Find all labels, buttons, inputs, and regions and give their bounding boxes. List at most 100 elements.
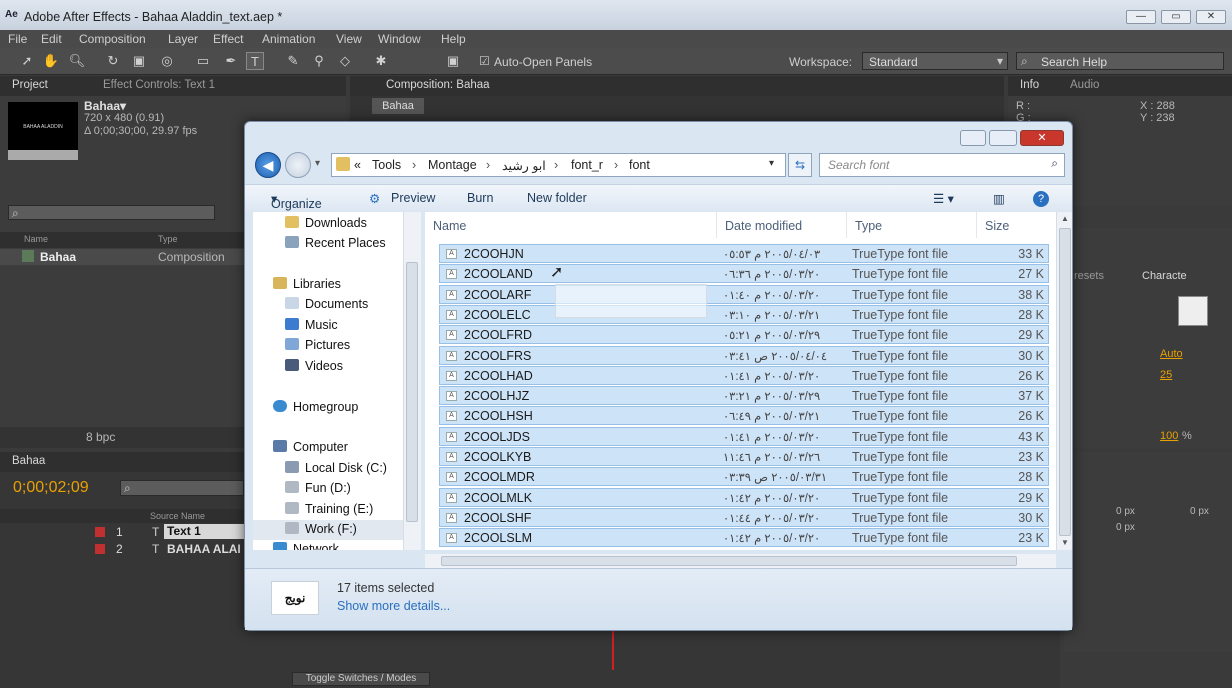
menu-view[interactable]: View [336, 32, 362, 46]
horizontal-scroll-thumb[interactable] [441, 556, 1017, 566]
nav-downloads[interactable]: Downloads [285, 216, 367, 234]
timecode[interactable]: 0;00;02;09 [13, 479, 89, 497]
project-search-input[interactable]: ⌕ [8, 205, 215, 220]
layer-row[interactable]: 2 T BAHAA ALAI [0, 541, 244, 557]
show-more-details-link[interactable]: Show more details... [337, 599, 450, 613]
tab-presets[interactable]: resets [1074, 270, 1104, 282]
dialog-close-button[interactable]: ✕ [1020, 130, 1064, 146]
preview-pane-icon[interactable]: ▥ [993, 191, 1005, 206]
menu-file[interactable]: File [8, 32, 27, 46]
file-row[interactable]: A 2COOLJDS ٢٠٠٥/٠٣/٢٠ م ٠١:٤١ TrueType font… [439, 426, 1049, 446]
col-type[interactable]: Type [158, 234, 178, 244]
tab-info[interactable]: Info [1020, 79, 1039, 91]
comp-chip[interactable]: Bahaa [372, 98, 424, 114]
nav-recent-places[interactable]: Recent Places [285, 236, 386, 254]
menu-edit[interactable]: Edit [41, 32, 62, 46]
nav-work-drive[interactable]: Work (F:) [253, 520, 403, 540]
breadcrumb-font-r[interactable]: font_r [571, 158, 603, 172]
breadcrumb-prefix[interactable]: « [354, 158, 361, 172]
organize-button[interactable]: Organize ▾ [271, 191, 322, 211]
dialog-maximize-button[interactable] [989, 130, 1017, 146]
nav-documents[interactable]: Documents [285, 297, 368, 315]
pan-behind-tool-icon[interactable]: ◎ [158, 52, 176, 70]
col-source-name[interactable]: Source Name [150, 511, 205, 521]
file-list-scrollbar[interactable]: ▲ ▼ [1056, 212, 1072, 550]
search-help-field[interactable]: ⌕ Search Help [1016, 52, 1224, 70]
col-header-size[interactable]: Size [977, 212, 1056, 238]
preview-button[interactable]: Preview [391, 191, 435, 205]
menu-animation[interactable]: Animation [262, 32, 315, 46]
selection-tool-icon[interactable]: ➚ [18, 52, 36, 70]
file-row[interactable]: A 2COOLHSH ٢٠٠٥/٠٣/٢١ م ٠٦:٤٩ TrueType font… [439, 406, 1049, 426]
toggle-switches-button[interactable]: Toggle Switches / Modes [292, 672, 430, 686]
file-row[interactable]: A 2COOLFRS ٢٠٠٥/٠٤/٠٤ ص ٠٣:٤١ TrueType font… [439, 345, 1049, 365]
close-button[interactable]: ✕ [1196, 10, 1226, 24]
zoom-tool-icon[interactable]: 🔍︎ [68, 52, 86, 70]
kerning-value[interactable]: Auto [1160, 348, 1183, 360]
help-icon[interactable]: ? [1033, 191, 1049, 207]
timeline-search-input[interactable]: ⌕ [120, 480, 244, 496]
tracking-value[interactable]: 25 [1160, 369, 1172, 381]
nav-scrollbar[interactable] [403, 212, 421, 550]
rectangle-tool-icon[interactable]: ▭ [194, 52, 212, 70]
pen-tool-icon[interactable]: ✒ [222, 52, 240, 70]
nav-fun-drive[interactable]: Fun (D:) [285, 481, 351, 499]
puppet-tool-icon[interactable]: ✱ [372, 52, 390, 70]
file-row[interactable]: A 2COOLARF ٢٠٠٥/٠٣/٢٠ م ٠١:٤٠ TrueType font… [439, 284, 1049, 304]
menu-window[interactable]: Window [378, 32, 421, 46]
nav-music[interactable]: Music [285, 318, 338, 336]
address-dropdown-icon[interactable]: ▾ [769, 158, 774, 169]
nav-network[interactable]: Network [273, 542, 339, 550]
current-time-indicator[interactable] [612, 630, 614, 670]
menu-effect[interactable]: Effect [213, 32, 243, 46]
breadcrumb-montage[interactable]: Montage [428, 158, 477, 172]
camera-tool-icon[interactable]: ▣ [130, 52, 148, 70]
space-before-value[interactable]: 0 px [1116, 522, 1135, 533]
dialog-minimize-button[interactable] [960, 130, 986, 146]
col-name[interactable]: Name [24, 234, 48, 244]
file-row[interactable]: A 2COOLHAD ٢٠٠٥/٠٣/٢٠ م ٠١:٤١ TrueType font… [439, 365, 1049, 385]
file-row[interactable]: A 2COOLKYB ٢٠٠٥/٠٣/٢٦ م ١١:٤٦ TrueType font… [439, 447, 1049, 466]
scroll-up-icon[interactable]: ▲ [1061, 214, 1069, 223]
menu-composition[interactable]: Composition [79, 32, 146, 46]
address-bar[interactable]: « Tools › Montage › ابو رشيد › font_r › … [331, 153, 786, 177]
brush-tool-icon[interactable]: ✎ [284, 52, 302, 70]
file-row[interactable]: A 2COOLMDR ٢٠٠٥/٠٣/٣١ ص ٠٣:٣٩ TrueType font… [439, 467, 1049, 487]
tab-audio[interactable]: Audio [1070, 79, 1099, 91]
col-header-date[interactable]: Date modified [717, 212, 847, 238]
nav-computer[interactable]: Computer [273, 440, 348, 458]
burn-button[interactable]: Burn [467, 191, 493, 205]
nav-training-drive[interactable]: Training (E:) [285, 502, 373, 520]
nav-local-disk[interactable]: Local Disk (C:) [285, 461, 387, 479]
project-item-row[interactable]: Bahaa Composition [0, 249, 246, 265]
back-button[interactable]: ◀ [255, 152, 281, 178]
clone-stamp-tool-icon[interactable]: ⚲ [310, 52, 328, 70]
tab-character[interactable]: Characte [1142, 270, 1187, 282]
view-options-icon[interactable]: ☰ ▾ [933, 191, 954, 206]
layer-row[interactable]: 1 T Text 1 [0, 524, 244, 540]
nav-homegroup[interactable]: Homegroup [273, 400, 358, 418]
horizontal-scrollbar[interactable] [425, 554, 1056, 568]
rotate-tool-icon[interactable]: ↻ [104, 52, 122, 70]
indent-left-value[interactable]: 0 px [1116, 506, 1135, 517]
tab-effect-controls[interactable]: Effect Controls: Text 1 [103, 79, 215, 91]
col-header-type[interactable]: Type [847, 212, 977, 238]
new-folder-button[interactable]: New folder [527, 191, 587, 205]
fill-color-swatch[interactable] [1178, 296, 1208, 326]
file-row[interactable]: A 2COOLSLM ٢٠٠٥/٠٣/٢٠ م ٠١:٤٢ TrueType font… [439, 528, 1049, 548]
indent-right-value[interactable]: 0 px [1190, 506, 1209, 517]
breadcrumb-folder-arabic[interactable]: ابو رشيد [502, 158, 546, 173]
refresh-icon[interactable]: ⇆ [788, 153, 812, 177]
workspace-select[interactable]: Standard ▾ [862, 52, 1008, 70]
file-row[interactable]: A 2COOLAND ٢٠٠٥/٠٣/٢٠ م ٠٦:٣٦ TrueType font… [439, 264, 1049, 284]
file-row[interactable]: A 2COOLSHF ٢٠٠٥/٠٣/٢٠ م ٠١:٤٤ TrueType font… [439, 507, 1049, 527]
nav-libraries[interactable]: Libraries [273, 277, 341, 295]
file-row[interactable]: A 2COOLFRD ٢٠٠٥/٠٣/٢٩ م ٠٥:٢١ TrueType font… [439, 325, 1049, 345]
col-header-name[interactable]: Name [425, 212, 717, 238]
file-row[interactable]: A 2COOLMLK ٢٠٠٥/٠٣/٢٠ م ٠١:٤٢ TrueType font… [439, 487, 1049, 507]
nav-pictures[interactable]: Pictures [285, 338, 350, 356]
auto-open-checkbox[interactable]: ☑ [479, 54, 490, 68]
file-row[interactable]: A 2COOHJN ٢٠٠٥/٠٤/٠٣ م ٠٥:٥٣ TrueType font … [439, 244, 1049, 263]
nav-videos[interactable]: Videos [285, 359, 343, 377]
recent-pages-icon[interactable]: ▾ [315, 158, 320, 169]
